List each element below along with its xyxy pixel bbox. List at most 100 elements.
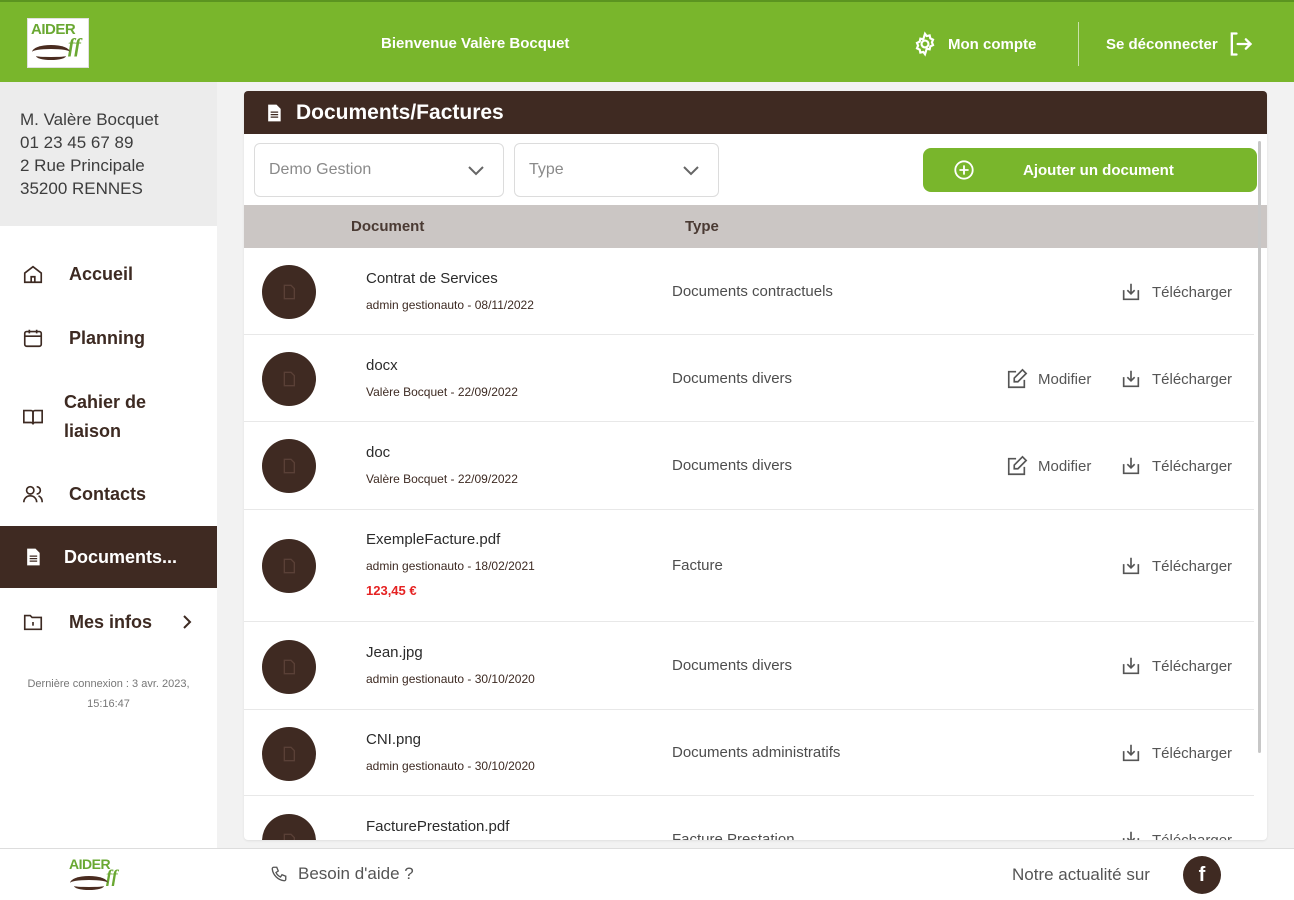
sidebar-item-accueil[interactable]: Accueil: [0, 254, 217, 294]
edit-icon: [1007, 455, 1028, 476]
news-label: Notre actualité sur: [1012, 865, 1150, 884]
phone-icon: [271, 866, 287, 882]
column-header-type: Type: [685, 218, 719, 235]
file-icon: [262, 539, 316, 593]
owner-filter-select[interactable]: Demo Gestion: [254, 143, 504, 197]
account-button[interactable]: Mon compte: [912, 30, 1036, 58]
download-label: Télécharger: [1152, 657, 1233, 675]
type-filter-value: Type: [529, 161, 564, 178]
download-label: Télécharger: [1152, 370, 1233, 388]
document-icon: [268, 104, 281, 121]
document-type: Facture: [672, 557, 723, 574]
document-name[interactable]: ExempleFacture.pdf: [366, 531, 500, 548]
download-button[interactable]: Télécharger: [1120, 555, 1232, 577]
file-icon: [262, 640, 316, 694]
table-row[interactable]: ExempleFacture.pdf admin gestionauto - 1…: [244, 510, 1254, 622]
book-icon: [20, 404, 46, 430]
table-row[interactable]: docx Valère Bocquet - 22/09/2022 Documen…: [244, 335, 1254, 422]
download-icon: [1122, 283, 1140, 301]
document-type: Documents divers: [672, 457, 793, 474]
document-type: Documents contractuels: [672, 283, 833, 300]
logout-label: Se déconnecter: [1106, 35, 1218, 53]
document-meta: Valère Bocquet - 22/09/2022: [366, 385, 518, 399]
logout-icon: [1230, 32, 1252, 56]
app-logo[interactable]: AIDER ff: [27, 18, 89, 68]
sidebar-item-planning[interactable]: Planning: [0, 318, 217, 358]
sidebar-item-contacts[interactable]: Contacts: [0, 474, 217, 514]
user-phone: 01 23 45 67 89: [20, 133, 134, 152]
sidebar: M. Valère Bocquet 01 23 45 67 89 2 Rue P…: [0, 82, 217, 848]
download-label: Télécharger: [1152, 831, 1233, 841]
folder-icon: [20, 609, 46, 635]
download-button[interactable]: Télécharger: [1120, 655, 1232, 677]
download-button[interactable]: Télécharger: [1120, 742, 1232, 764]
last-login: Dernière connexion : 3 avr. 2023, 15:16:…: [0, 674, 217, 714]
file-icon: [262, 727, 316, 781]
document-meta: admin gestionauto - 30/10/2020: [366, 672, 535, 686]
edit-button[interactable]: Modifier: [1006, 455, 1091, 477]
download-button[interactable]: Télécharger: [1120, 368, 1232, 390]
download-button[interactable]: Télécharger: [1120, 281, 1232, 303]
help-label: Besoin d'aide ?: [298, 864, 414, 883]
edit-label: Modifier: [1038, 370, 1092, 388]
download-button[interactable]: Télécharger: [1120, 455, 1232, 477]
document-name[interactable]: FacturePrestation.pdf: [366, 818, 509, 835]
facebook-icon[interactable]: f: [1183, 856, 1221, 894]
document-meta: admin gestionauto - 18/02/2021: [366, 559, 535, 573]
logo-text: AIDER: [69, 856, 111, 872]
add-document-button[interactable]: Ajouter un document: [923, 148, 1257, 192]
document-name[interactable]: docx: [366, 357, 398, 374]
table-header: Document Type: [244, 205, 1267, 248]
sidebar-item-mes-infos[interactable]: Mes infos: [0, 602, 217, 642]
sidebar-item-cahier-de-liaison[interactable]: Cahier de liaison: [0, 382, 217, 452]
header-divider: [1078, 22, 1079, 66]
edit-button[interactable]: Modifier: [1006, 368, 1091, 390]
sidebar-item-label-block: Cahier de liaison: [64, 388, 146, 446]
edit-icon: [1007, 368, 1028, 389]
scrollbar[interactable]: [1258, 141, 1261, 753]
document-name[interactable]: Jean.jpg: [366, 644, 423, 661]
chevron-down-icon: [683, 166, 699, 176]
type-filter-select[interactable]: Type: [514, 143, 719, 197]
document-meta: Valère Bocquet - 22/09/2022: [366, 472, 518, 486]
file-icon: [262, 439, 316, 493]
table-row[interactable]: Jean.jpg admin gestionauto - 30/10/2020 …: [244, 622, 1254, 710]
download-label: Télécharger: [1152, 457, 1233, 475]
top-header: AIDER ff Bienvenue Valère Bocquet Mon co…: [0, 0, 1294, 82]
logout-button[interactable]: Se déconnecter: [1106, 30, 1254, 58]
sidebar-item-documents[interactable]: Documents...: [0, 526, 217, 588]
table-row[interactable]: Contrat de Services admin gestionauto - …: [244, 248, 1254, 335]
sidebar-item-label-line2: liaison: [64, 421, 122, 441]
sidebar-item-label: Planning: [69, 327, 145, 348]
file-icon: [262, 814, 316, 840]
chevron-down-icon: [468, 166, 484, 176]
document-meta: admin gestionauto - 08/11/2022: [366, 298, 534, 312]
download-button[interactable]: Télécharger: [1120, 829, 1232, 840]
footer-logo[interactable]: AIDER ff: [66, 854, 128, 896]
download-icon: [1122, 557, 1140, 575]
document-type: Documents administratifs: [672, 744, 841, 761]
download-label: Télécharger: [1152, 557, 1233, 575]
logo-hands-graphic-lower: [74, 882, 104, 890]
gear-icon: [915, 31, 935, 57]
document-name[interactable]: Contrat de Services: [366, 270, 498, 287]
download-label: Télécharger: [1152, 744, 1233, 762]
home-icon: [20, 261, 46, 287]
table-row[interactable]: CNI.png admin gestionauto - 30/10/2020 D…: [244, 710, 1254, 796]
last-login-date: Dernière connexion : 3 avr. 2023,: [27, 678, 190, 690]
help-link[interactable]: Besoin d'aide ?: [270, 864, 414, 884]
download-icon: [1122, 744, 1140, 762]
document-icon: [20, 544, 46, 570]
welcome-text: Bienvenue Valère Bocquet: [381, 35, 570, 52]
download-icon: [1122, 657, 1140, 675]
plus-circle-icon: [954, 160, 974, 180]
sidebar-item-label: Contacts: [69, 483, 147, 504]
table-row[interactable]: doc Valère Bocquet - 22/09/2022 Document…: [244, 422, 1254, 510]
page-title: Documents/Factures: [296, 100, 504, 124]
chevron-right-icon: [183, 615, 192, 629]
table-row[interactable]: FacturePrestation.pdf Facture Prestation…: [244, 796, 1254, 840]
document-name[interactable]: doc: [366, 444, 390, 461]
download-icon: [1122, 831, 1140, 840]
file-icon: [262, 265, 316, 319]
document-name[interactable]: CNI.png: [366, 731, 421, 748]
